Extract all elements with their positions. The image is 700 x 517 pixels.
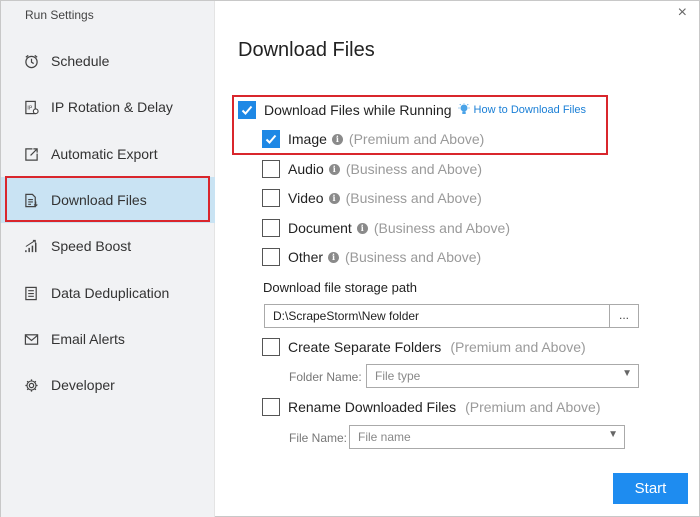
- chevron-down-icon: ▼: [622, 368, 632, 379]
- lightbulb-icon: [458, 103, 470, 117]
- info-icon: i: [328, 251, 340, 263]
- folder-name-select[interactable]: File type ▼: [366, 364, 639, 388]
- image-checkbox[interactable]: [262, 130, 280, 148]
- window-title: Run Settings: [25, 8, 94, 22]
- sidebar-item-schedule[interactable]: Schedule: [1, 38, 215, 84]
- chevron-down-icon: ▼: [608, 429, 618, 440]
- create-folders-label: Create Separate Folders: [288, 339, 442, 355]
- main-panel: Download Files Download Files while Runn…: [216, 1, 699, 516]
- svg-text:IP: IP: [27, 105, 33, 111]
- create-folders-row: Create Separate Folders (Premium and Abo…: [262, 338, 586, 356]
- video-checkbox[interactable]: [262, 189, 280, 207]
- sidebar-item-label: IP Rotation & Delay: [51, 99, 173, 115]
- rename-files-label: Rename Downloaded Files: [288, 399, 457, 415]
- tier-note: (Business and Above): [345, 161, 483, 177]
- sidebar-item-data-deduplication[interactable]: Data Deduplication: [1, 270, 215, 316]
- info-icon: i: [356, 222, 368, 234]
- start-button[interactable]: Start: [613, 473, 688, 504]
- download-file-icon: [23, 192, 39, 208]
- storage-path-label: Download file storage path: [263, 280, 417, 295]
- checkmark-icon: [241, 105, 253, 115]
- rename-files-checkbox[interactable]: [262, 398, 280, 416]
- checkmark-icon: [265, 134, 277, 144]
- document-checkbox[interactable]: [262, 219, 280, 237]
- tier-note: (Business and Above): [373, 220, 511, 236]
- file-name-select[interactable]: File name ▼: [349, 425, 625, 449]
- file-name-label: File Name:: [289, 431, 348, 445]
- rename-files-row: Rename Downloaded Files (Premium and Abo…: [262, 398, 601, 416]
- tier-note: (Business and Above): [345, 190, 482, 206]
- file-name-value: File name: [358, 430, 411, 444]
- file-type-row-document: Document i (Business and Above): [262, 219, 510, 237]
- how-to-download-files-link[interactable]: How to Download Files: [474, 104, 587, 116]
- run-settings-window: Run Settings Schedule IP IP Rotation & D…: [0, 0, 700, 517]
- folder-name-label: Folder Name:: [289, 370, 362, 384]
- storage-path-input[interactable]: D:\ScrapeStorm\New folder: [264, 304, 610, 328]
- file-type-label: Audio: [288, 161, 324, 177]
- ip-document-icon: IP: [23, 99, 39, 115]
- create-folders-checkbox[interactable]: [262, 338, 280, 356]
- file-type-label: Video: [288, 190, 324, 206]
- sidebar-item-label: Schedule: [51, 53, 110, 69]
- sidebar-item-label: Automatic Export: [51, 146, 158, 162]
- download-while-running-label: Download Files while Running: [264, 102, 452, 118]
- file-type-row-image: Image i (Premium and Above): [262, 130, 484, 148]
- file-type-row-other: Other i (Business and Above): [262, 248, 481, 266]
- clock-icon: [23, 53, 39, 69]
- sidebar-item-speed-boost[interactable]: Speed Boost: [1, 223, 215, 269]
- info-icon: i: [331, 133, 343, 145]
- sidebar-item-ip-rotation[interactable]: IP IP Rotation & Delay: [1, 84, 215, 130]
- sidebar-item-label: Download Files: [51, 192, 147, 208]
- tier-note: (Premium and Above): [348, 131, 485, 147]
- sidebar-item-label: Speed Boost: [51, 238, 132, 254]
- audio-checkbox[interactable]: [262, 160, 280, 178]
- sidebar-item-label: Developer: [51, 377, 115, 393]
- gear-icon: [23, 377, 39, 393]
- file-type-label: Document: [288, 220, 352, 236]
- file-type-row-audio: Audio i (Business and Above): [262, 160, 482, 178]
- envelope-icon: [23, 331, 39, 347]
- export-icon: [23, 146, 39, 162]
- info-icon: i: [328, 192, 340, 204]
- sidebar-item-email-alerts[interactable]: Email Alerts: [1, 316, 215, 362]
- download-while-running-checkbox[interactable]: [238, 101, 256, 119]
- sidebar-item-automatic-export[interactable]: Automatic Export: [1, 131, 215, 177]
- signal-bars-icon: [23, 238, 39, 254]
- tier-note: (Premium and Above): [450, 339, 586, 355]
- sidebar-item-download-files[interactable]: Download Files: [1, 177, 215, 223]
- folder-name-value: File type: [375, 369, 421, 383]
- dedup-document-icon: [23, 285, 39, 301]
- sidebar-item-label: Email Alerts: [51, 331, 125, 347]
- file-type-row-video: Video i (Business and Above): [262, 189, 482, 207]
- download-while-running-row: Download Files while Running How to Down…: [238, 101, 586, 119]
- page-title: Download Files: [238, 39, 375, 61]
- tier-note: (Premium and Above): [465, 399, 601, 415]
- sidebar-item-developer[interactable]: Developer: [1, 362, 215, 408]
- info-icon: i: [328, 163, 340, 175]
- sidebar: Run Settings Schedule IP IP Rotation & D…: [1, 1, 215, 517]
- file-type-label: Other: [288, 249, 324, 265]
- other-checkbox[interactable]: [262, 248, 280, 266]
- sidebar-item-label: Data Deduplication: [51, 285, 170, 301]
- tier-note: (Business and Above): [345, 249, 482, 265]
- browse-button[interactable]: ...: [610, 304, 639, 328]
- file-type-label: Image: [288, 131, 327, 147]
